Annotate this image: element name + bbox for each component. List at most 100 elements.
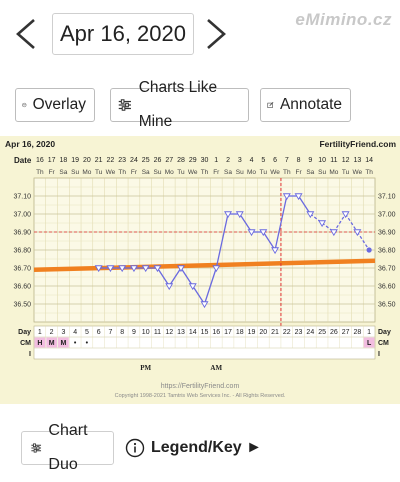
date-label: 23 <box>118 157 126 164</box>
day-number: 28 <box>353 329 361 336</box>
day-number: 14 <box>189 329 197 336</box>
weekday-label: Th <box>201 169 209 176</box>
weekday-label: Sa <box>59 169 67 176</box>
sliders-icon <box>118 99 131 111</box>
chart-duo-label: Chart Duo <box>48 422 88 473</box>
day-number: 22 <box>283 329 291 336</box>
chart-duo-button[interactable]: Chart Duo <box>21 422 114 473</box>
date-label: 1 <box>214 157 218 164</box>
date-label: 3 <box>238 157 242 164</box>
date-label: 30 <box>201 157 209 164</box>
weekday-label: Mo <box>247 169 256 176</box>
y-tick-left: 37.00 <box>13 212 31 219</box>
weekday-label: Mo <box>165 169 174 176</box>
weekday-label: We <box>188 169 198 176</box>
weekday-label: Th <box>118 169 126 176</box>
note-am: AM <box>210 364 222 372</box>
day-number: 3 <box>61 329 65 336</box>
y-tick-left: 36.60 <box>13 284 31 291</box>
cm-row-label-right: CM <box>378 340 389 347</box>
date-label: 6 <box>273 157 277 164</box>
chevron-right-icon[interactable] <box>202 14 230 54</box>
date-label: 24 <box>130 157 138 164</box>
date-label: 28 <box>177 157 185 164</box>
day-number: 8 <box>120 329 124 336</box>
chevron-left-icon[interactable] <box>12 14 40 54</box>
weekday-label: Fr <box>131 169 138 176</box>
date-label: 26 <box>154 157 162 164</box>
date-label: 7 <box>285 157 289 164</box>
day-number: 13 <box>177 329 185 336</box>
day-number: 6 <box>97 329 101 336</box>
day-number: 7 <box>108 329 112 336</box>
y-tick-left: 37.10 <box>13 194 31 201</box>
day-number: 1 <box>367 329 371 336</box>
weekday-label: Mo <box>82 169 91 176</box>
chart-header-date: Apr 16, 2020 <box>5 139 55 149</box>
weekday-label: Tu <box>177 169 185 176</box>
legend-key-link[interactable]: Legend/Key ► <box>125 438 262 458</box>
day-number: 12 <box>165 329 173 336</box>
day-number: 18 <box>236 329 244 336</box>
day-number: 17 <box>224 329 232 336</box>
date-label: 12 <box>342 157 350 164</box>
weekday-label: Fr <box>49 169 56 176</box>
day-number: 4 <box>73 329 77 336</box>
day-number: 15 <box>201 329 209 336</box>
day-number: 2 <box>50 329 54 336</box>
date-label: 11 <box>330 157 337 164</box>
y-tick-right: 36.80 <box>378 248 396 255</box>
day-number: 1 <box>38 329 42 336</box>
bbt-chart[interactable]: Apr 16, 2020 FertilityFriend.com Date 16… <box>0 136 400 404</box>
temp-point-today[interactable] <box>366 247 372 253</box>
day-number: 19 <box>248 329 256 336</box>
weekday-label: We <box>353 169 363 176</box>
weekday-label: Su <box>153 169 161 176</box>
charts-like-mine-button[interactable]: Charts Like Mine <box>110 79 249 130</box>
date-label: 2 <box>226 157 230 164</box>
y-tick-right: 37.00 <box>378 212 396 219</box>
day-number: 23 <box>295 329 303 336</box>
cm-value: L <box>367 340 372 347</box>
date-label: 25 <box>142 157 150 164</box>
charts-like-mine-label: Charts Like Mine <box>138 79 218 130</box>
footer-copyright: Copyright 1998-2021 Tamtris Web Services… <box>115 393 286 399</box>
day-number: 20 <box>259 329 267 336</box>
chart-site: FertilityFriend.com <box>319 139 396 149</box>
y-tick-right: 37.10 <box>378 194 396 201</box>
y-tick-left: 36.70 <box>13 266 31 273</box>
date-row-label: Date <box>14 156 32 165</box>
cm-value: M <box>49 340 55 347</box>
y-tick-right: 36.60 <box>378 284 396 291</box>
sliders-icon <box>31 443 42 453</box>
day-number: 5 <box>85 329 89 336</box>
date-label: 13 <box>353 157 361 164</box>
y-tick-right: 36.50 <box>378 302 396 309</box>
day-number: 26 <box>330 329 338 336</box>
y-tick-right: 36.90 <box>378 230 396 237</box>
overlay-button[interactable]: Overlay <box>15 88 95 122</box>
weekday-label: Tu <box>260 169 268 176</box>
weekday-label: Th <box>36 169 44 176</box>
date-label: 14 <box>365 157 373 164</box>
day-number: 24 <box>306 329 314 336</box>
date-label: 29 <box>189 157 197 164</box>
day-number: 10 <box>142 329 150 336</box>
weekday-label: Su <box>236 169 244 176</box>
weekday-label: Su <box>71 169 79 176</box>
weekday-label: Tu <box>342 169 350 176</box>
cm-row-label: CM <box>20 340 31 347</box>
i-row-label-right: I <box>378 351 380 358</box>
date-label: 19 <box>71 157 79 164</box>
brand-logo: eMimino.cz <box>295 10 392 29</box>
weekday-label: Su <box>318 169 326 176</box>
note-pm: PM <box>140 364 151 372</box>
date-selector[interactable]: Apr 16, 2020 <box>52 13 194 55</box>
weekday-label: Sa <box>142 169 150 176</box>
weekday-label: Sa <box>306 169 314 176</box>
date-label: 5 <box>261 157 265 164</box>
annotate-button[interactable]: Annotate <box>260 88 351 122</box>
date-label: 16 <box>36 157 44 164</box>
date-label: 8 <box>297 157 301 164</box>
date-label: 22 <box>107 157 115 164</box>
